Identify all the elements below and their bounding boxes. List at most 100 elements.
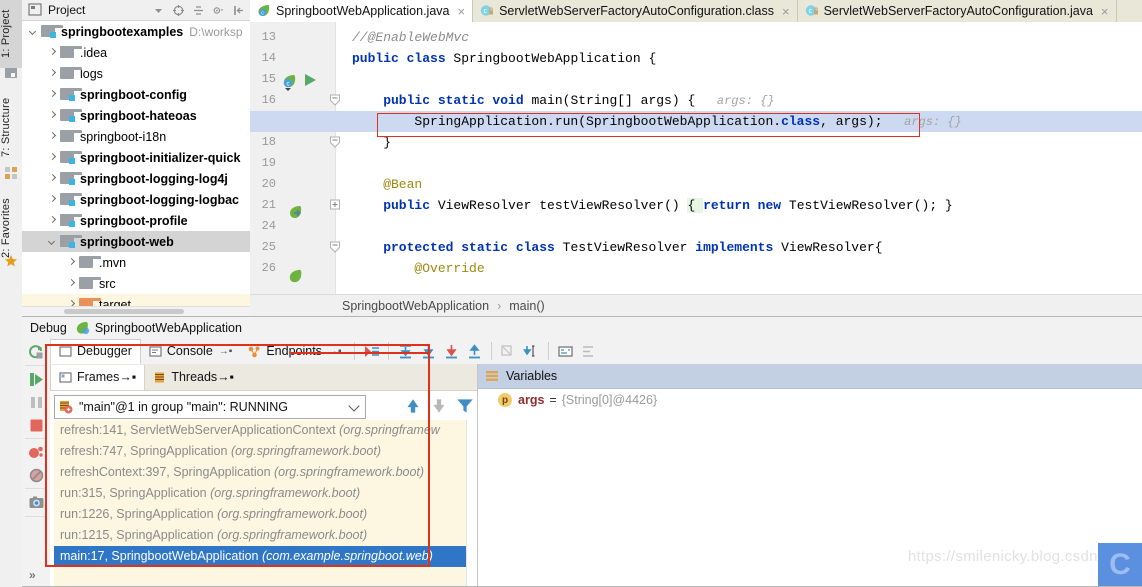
- spring-leaf-gutter-icon[interactable]: [287, 268, 304, 285]
- tree-node[interactable]: springboot-config: [22, 84, 250, 105]
- chevron-right-icon[interactable]: [47, 215, 58, 226]
- expand-icon[interactable]: »: [29, 568, 36, 582]
- breadcrumb[interactable]: SpringbootWebApplication › main(): [250, 294, 1142, 318]
- tree-node[interactable]: springbootexamples D:\worksp: [22, 21, 250, 42]
- tab-frames[interactable]: Frames →▪: [50, 364, 146, 390]
- tab-console[interactable]: Console →▪: [141, 338, 240, 364]
- chevron-right-icon[interactable]: [47, 47, 58, 58]
- code-line[interactable]: public static void main(String[] args) {…: [336, 90, 1142, 111]
- chevron-right-icon[interactable]: [47, 131, 58, 142]
- tree-node[interactable]: springboot-web: [22, 231, 250, 252]
- chevron-down-icon[interactable]: [348, 400, 360, 412]
- pause-program-icon[interactable]: [28, 394, 45, 411]
- tab-threads[interactable]: Threads →▪: [145, 364, 242, 390]
- code-line[interactable]: //@EnableWebMvc: [336, 27, 1142, 48]
- sidebar-item-structure[interactable]: 7: Structure: [0, 86, 22, 168]
- editor-tab[interactable]: c SpringbootWebApplication.java ×: [250, 0, 474, 23]
- code-text[interactable]: //@EnableWebMvc public class SpringbootWe…: [336, 22, 1142, 294]
- tab-endpoints[interactable]: Endpoints →▪: [240, 338, 349, 364]
- chevron-right-icon[interactable]: [47, 68, 58, 79]
- tree-node[interactable]: springboot-hateoas: [22, 105, 250, 126]
- run-to-cursor-icon[interactable]: [523, 343, 540, 360]
- chevron-right-icon[interactable]: [47, 152, 58, 163]
- view-breakpoints-icon[interactable]: [28, 444, 45, 461]
- arrow-up-icon[interactable]: [402, 395, 424, 417]
- tab-console-pin[interactable]: →▪: [219, 346, 233, 357]
- close-icon[interactable]: ×: [1101, 5, 1109, 18]
- debug-tab-bar[interactable]: Debugger Console →▪ Endpoints →▪: [22, 338, 1142, 365]
- chevron-down-icon[interactable]: [152, 4, 165, 17]
- stop-icon[interactable]: [28, 417, 45, 434]
- code-line[interactable]: protected static class TestViewResolver …: [336, 237, 1142, 258]
- bean-navigate-gutter-icon[interactable]: [287, 204, 305, 222]
- mute-breakpoints-icon[interactable]: [28, 467, 45, 484]
- chevron-right-icon[interactable]: [66, 257, 77, 268]
- project-horizontal-scrollbar[interactable]: [22, 306, 250, 316]
- tree-node[interactable]: springboot-initializer-quick: [22, 147, 250, 168]
- rerun-icon[interactable]: [28, 344, 45, 361]
- stack-frame-row[interactable]: run:1226, SpringApplication (org.springf…: [54, 504, 467, 525]
- settings-icon[interactable]: [580, 343, 597, 360]
- chevron-right-icon[interactable]: [47, 110, 58, 121]
- tree-node[interactable]: .mvn: [22, 252, 250, 273]
- run-class-gutter-icon[interactable]: [302, 72, 318, 88]
- tab-debugger[interactable]: Debugger: [50, 338, 141, 364]
- frames-tab-bar[interactable]: Frames →▪ Threads →▪: [50, 364, 477, 391]
- chevron-right-icon[interactable]: [66, 278, 77, 289]
- chevron-right-icon[interactable]: [47, 173, 58, 184]
- code-line[interactable]: [336, 69, 1142, 90]
- editor-tab[interactable]: c ServletWebServerFactoryAutoConfiguratio…: [473, 0, 798, 22]
- thread-selector[interactable]: "main"@1 in group "main": RUNNING: [54, 395, 366, 419]
- code-line[interactable]: [336, 216, 1142, 237]
- tree-node[interactable]: springboot-logging-logbac: [22, 189, 250, 210]
- breadcrumb-class[interactable]: SpringbootWebApplication: [342, 299, 489, 313]
- tree-node[interactable]: springboot-i18n: [22, 126, 250, 147]
- collapse-all-icon[interactable]: [192, 4, 205, 17]
- code-line[interactable]: public ViewResolver testViewResolver() {…: [336, 195, 1142, 216]
- force-step-into-icon[interactable]: [443, 343, 460, 360]
- sidebar-item-project[interactable]: 1: Project: [0, 0, 22, 68]
- tree-node[interactable]: src: [22, 273, 250, 294]
- arrow-down-icon[interactable]: [428, 395, 450, 417]
- tab-endpoints-pin[interactable]: →▪: [328, 346, 342, 357]
- code-editor[interactable]: 131415161718192021242526 c //@EnableWebM…: [250, 22, 1142, 294]
- stack-frame-row[interactable]: run:1215, SpringApplication (org.springf…: [54, 525, 467, 546]
- step-out-icon[interactable]: [466, 343, 483, 360]
- tree-node[interactable]: logs: [22, 63, 250, 84]
- stack-frame-row[interactable]: refresh:747, SpringApplication (org.spri…: [54, 441, 467, 462]
- chevron-right-icon[interactable]: [47, 89, 58, 100]
- chevron-down-icon[interactable]: [47, 236, 58, 247]
- stack-frame-row[interactable]: run:315, SpringApplication (org.springfr…: [54, 483, 467, 504]
- close-icon[interactable]: ×: [782, 5, 790, 18]
- editor-tab[interactable]: c ServletWebServerFactoryAutoConfiguratio…: [798, 0, 1117, 22]
- breadcrumb-method[interactable]: main(): [509, 299, 544, 313]
- project-tree[interactable]: springbootexamples D:\worksp .idea logs spri…: [22, 21, 250, 307]
- gear-icon[interactable]: [212, 4, 225, 17]
- tree-node[interactable]: springboot-logging-log4j: [22, 168, 250, 189]
- chevron-right-icon[interactable]: [47, 194, 58, 205]
- target-icon[interactable]: [172, 4, 185, 17]
- chevron-down-icon[interactable]: [28, 26, 39, 37]
- editor-gutter[interactable]: 131415161718192021242526: [250, 22, 336, 294]
- evaluate-expression-icon[interactable]: [557, 343, 574, 360]
- code-line[interactable]: [336, 153, 1142, 174]
- resume-program-icon[interactable]: [28, 371, 45, 388]
- hide-icon[interactable]: [232, 4, 245, 17]
- stack-frame-row[interactable]: main:17, SpringbootWebApplication (com.e…: [54, 546, 467, 567]
- tree-node[interactable]: springboot-profile: [22, 210, 250, 231]
- stack-frame-row[interactable]: refresh:141, ServletWebServerApplication…: [54, 420, 467, 441]
- code-line[interactable]: @Bean: [336, 174, 1142, 195]
- tab-frames-pin[interactable]: →▪: [119, 370, 136, 384]
- get-thread-dump-icon[interactable]: [28, 494, 45, 511]
- close-icon[interactable]: ×: [458, 5, 466, 18]
- variable-row[interactable]: p args = {String[0]@4426}: [478, 389, 1142, 411]
- code-line[interactable]: public class SpringbootWebApplication {: [336, 48, 1142, 69]
- tree-node[interactable]: .idea: [22, 42, 250, 63]
- filter-icon[interactable]: [454, 395, 476, 417]
- tab-threads-pin[interactable]: →▪: [217, 370, 234, 384]
- editor-tab-bar[interactable]: c SpringbootWebApplication.java × c ServletW…: [250, 0, 1142, 23]
- spring-bean-gutter-icon[interactable]: c: [281, 73, 299, 91]
- code-line[interactable]: @Override: [336, 258, 1142, 279]
- drop-frame-icon[interactable]: [500, 343, 517, 360]
- stack-frame-row[interactable]: refreshContext:397, SpringApplication (o…: [54, 462, 467, 483]
